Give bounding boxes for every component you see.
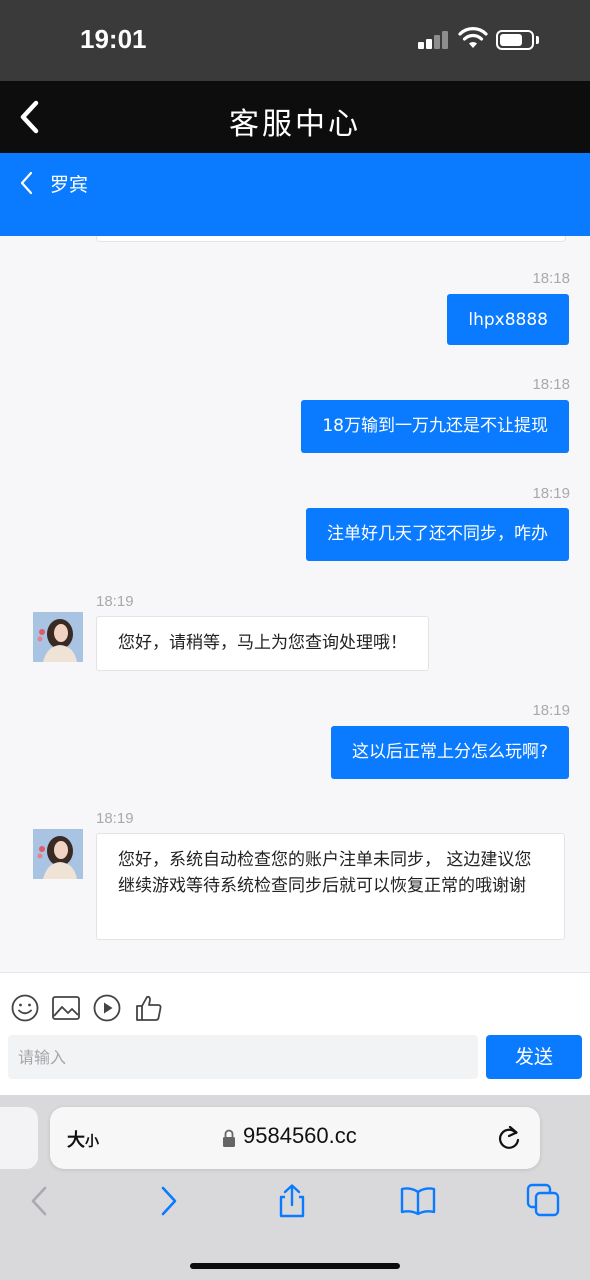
bookmarks-icon[interactable] [400, 1183, 436, 1219]
contact-name: 罗宾 [50, 174, 89, 196]
outgoing-message: 注单好几天了还不同步，咋办 [306, 508, 569, 561]
forward-arrow-icon[interactable] [150, 1183, 186, 1219]
battery-nub [536, 36, 539, 44]
page-title: 客服中心 [229, 107, 361, 142]
incoming-message: 您好，系统自动检查您的账户注单未同步， 这边建议您继续游戏等待系统检查同步后就可… [96, 833, 565, 940]
chevron-left-icon[interactable] [16, 169, 36, 197]
outgoing-message: lhpx8888 [447, 294, 569, 345]
previous-tab-edge[interactable] [0, 1107, 38, 1169]
battery-icon [496, 30, 534, 50]
wifi-icon [458, 27, 488, 48]
message-time: 18:18 [532, 270, 570, 287]
thumbs-up-icon[interactable] [134, 993, 164, 1023]
image-icon[interactable] [51, 993, 81, 1023]
previous-message-bubble [96, 236, 566, 242]
outgoing-message: 18万输到一万九还是不让提现 [301, 400, 569, 453]
app-header: 客服中心 [0, 81, 590, 153]
back-arrow-icon[interactable] [22, 1183, 58, 1219]
lock-icon [223, 1129, 235, 1147]
cellular-signal-icon [418, 31, 450, 49]
agent-avatar [33, 612, 83, 662]
message-input[interactable] [8, 1035, 478, 1079]
message-time: 18:18 [532, 376, 570, 393]
message-time: 18:19 [96, 593, 134, 610]
url-text: 9584560.cc [243, 1123, 357, 1148]
emoji-icon[interactable] [10, 993, 40, 1023]
send-button[interactable]: 发送 [486, 1035, 582, 1079]
address-bar[interactable]: 大小 9584560.cc [50, 1107, 540, 1169]
status-time: 19:01 [80, 24, 147, 54]
share-icon[interactable] [274, 1183, 310, 1219]
reload-icon[interactable] [496, 1124, 522, 1152]
message-time: 18:19 [532, 702, 570, 719]
text-size-button[interactable]: 大小 [67, 1126, 99, 1152]
message-time: 18:19 [96, 810, 134, 827]
outgoing-message: 这以后正常上分怎么玩啊? [330, 726, 569, 779]
message-composer: 发送 [0, 972, 590, 1095]
browser-bottom-bar: 大小 9584560.cc [0, 1095, 590, 1280]
chat-header: 罗宾 [0, 153, 590, 236]
incoming-message: 您好，请稍等，马上为您查询处理哦！ [96, 616, 429, 671]
agent-avatar [33, 829, 83, 879]
tabs-icon[interactable] [526, 1183, 562, 1219]
video-play-icon[interactable] [92, 993, 122, 1023]
message-time: 18:19 [532, 485, 570, 502]
home-indicator [190, 1263, 400, 1269]
status-bar: 19:01 [0, 0, 590, 81]
